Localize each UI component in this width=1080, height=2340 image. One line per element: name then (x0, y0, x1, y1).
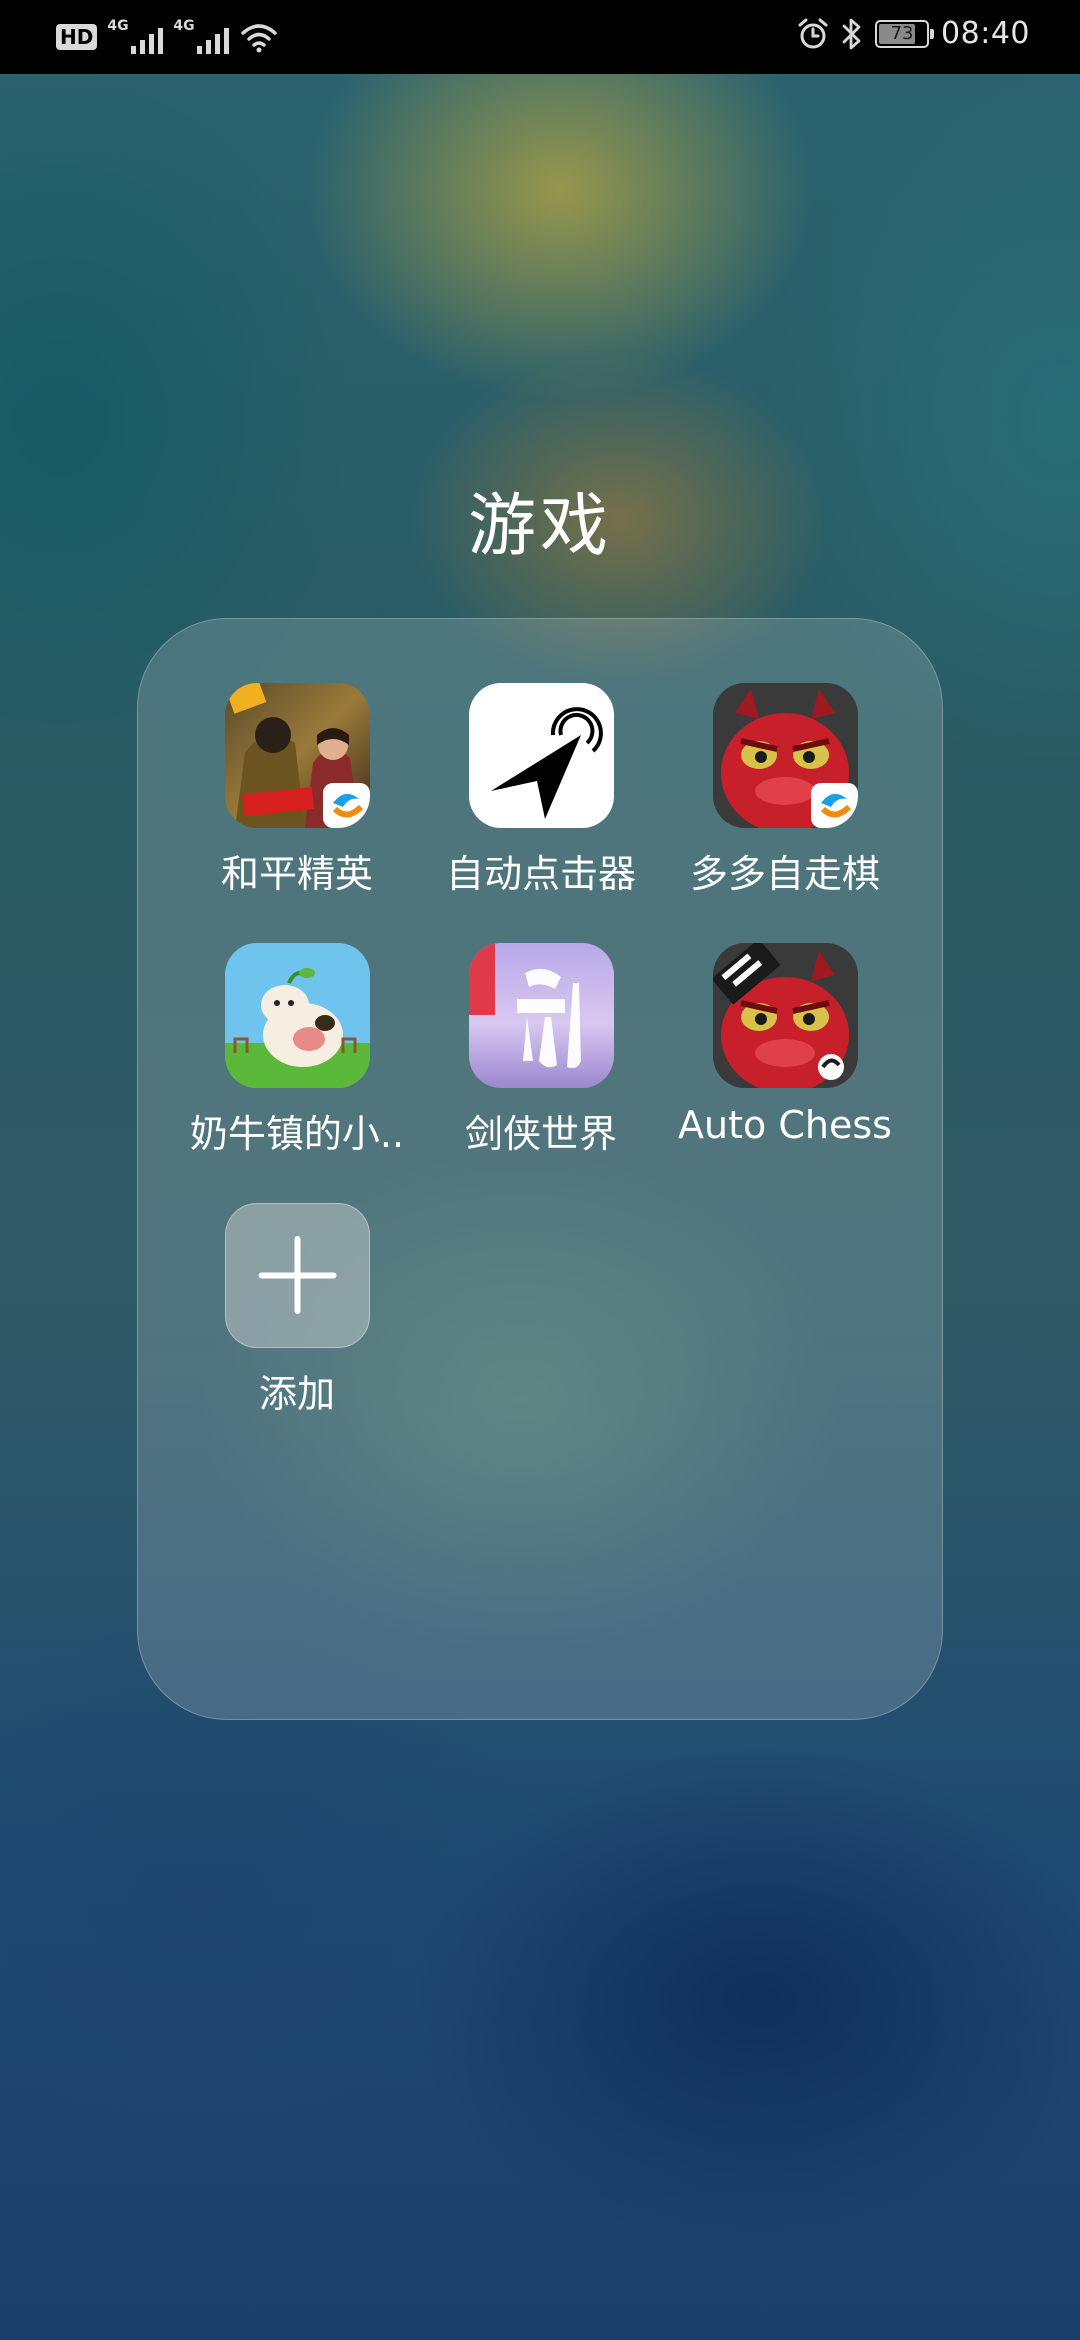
jianxia-world-icon (469, 943, 614, 1088)
add-label: 添加 (258, 1372, 335, 1416)
auto-clicker-icon (469, 683, 614, 828)
app-label: 自动点击器 (445, 852, 636, 896)
status-bar: HD 4G 4G 73 08:40 (0, 0, 1080, 74)
add-app-button[interactable]: 添加 (170, 1203, 424, 1423)
folder-title[interactable]: 游戏 (0, 470, 1080, 569)
app-dodo-auto-chess[interactable]: 多多自走棋 (658, 683, 912, 903)
bluetooth-icon (842, 18, 861, 49)
app-label: 多多自走棋 (689, 852, 880, 896)
signal-sim2-icon: 4G (173, 18, 230, 56)
app-cow-town[interactable]: 奶牛镇的小.. (170, 943, 424, 1163)
add-tile (225, 1203, 370, 1348)
peace-elite-icon (225, 683, 370, 828)
cow-town-icon (225, 943, 370, 1088)
status-clock: 08:40 (941, 16, 1030, 51)
app-label: 奶牛镇的小.. (189, 1112, 405, 1156)
battery-icon: 73 (875, 19, 935, 48)
app-jianxia-world[interactable]: 剑侠世界 (414, 943, 668, 1163)
app-auto-clicker[interactable]: 自动点击器 (414, 683, 668, 903)
status-left: HD 4G 4G (56, 18, 279, 56)
dodo-auto-chess-icon (713, 683, 858, 828)
app-label: 和平精英 (220, 852, 373, 896)
status-right: 73 08:40 (797, 16, 1030, 51)
signal-sim1-icon: 4G (107, 18, 164, 56)
sim1-network-tag: 4G (107, 18, 129, 34)
hd-badge: HD (56, 24, 98, 50)
folder-panel: 和平精英 自动点击器 多多自走棋 奶牛镇的小.. 剑侠世界 Auto Chess… (137, 618, 943, 1720)
battery-level: 73 (890, 22, 914, 44)
plus-icon (258, 1235, 336, 1314)
wifi-icon (241, 24, 278, 53)
sim2-network-tag: 4G (173, 18, 195, 34)
alarm-icon (798, 18, 828, 48)
app-label: Auto Chess (678, 1103, 892, 1147)
app-label: 剑侠世界 (464, 1112, 617, 1156)
auto-chess-icon (713, 943, 858, 1088)
app-auto-chess[interactable]: Auto Chess (658, 943, 912, 1163)
app-peace-elite[interactable]: 和平精英 (170, 683, 424, 903)
